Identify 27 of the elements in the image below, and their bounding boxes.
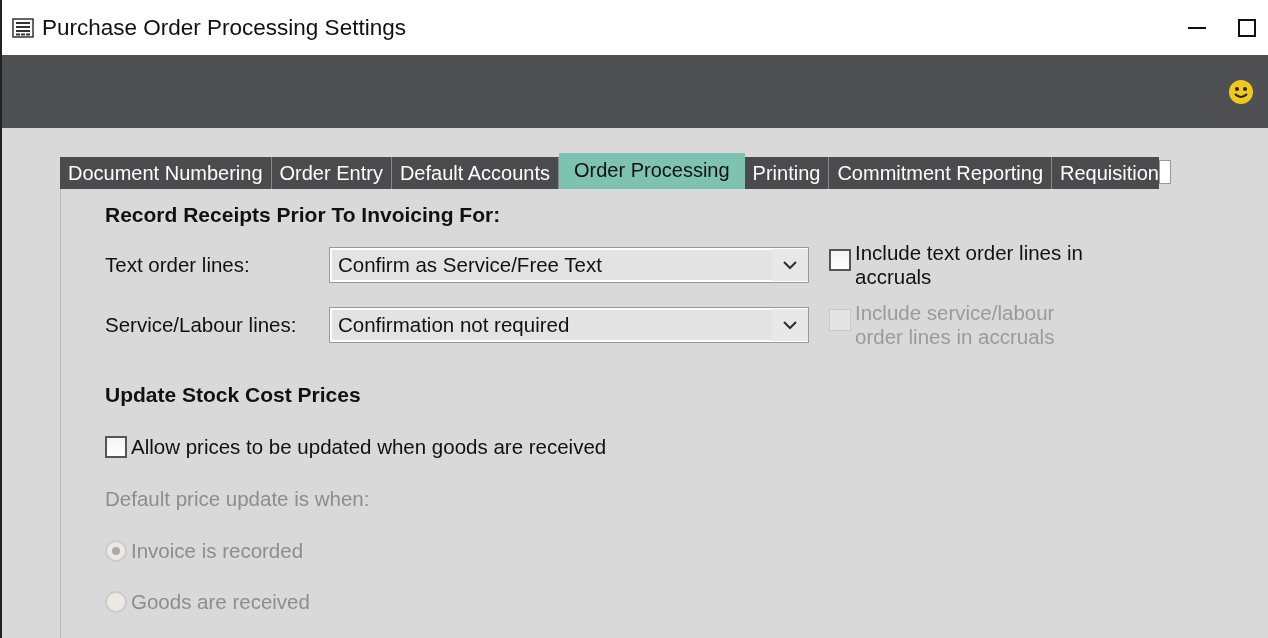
section-heading: Record Receipts Prior To Invoicing For:	[105, 202, 502, 228]
tab[interactable]: Requisition	[1052, 157, 1159, 189]
tab[interactable]: Commitment Reporting	[829, 157, 1053, 189]
scroll-button[interactable]	[1159, 160, 1171, 184]
tab[interactable]: Order Entry	[271, 157, 392, 189]
field-label: Service/Labour lines:	[105, 312, 298, 338]
dropdown[interactable]: Confirm as Service/Free Text	[329, 247, 809, 283]
maximize-icon[interactable]	[1238, 18, 1256, 37]
checkbox-label: Allow prices to be updated when goods are received	[131, 434, 607, 460]
field-label: Text order lines:	[105, 252, 251, 278]
app-icon	[12, 17, 34, 38]
checkbox-label: Include text order lines in accruals	[855, 241, 1084, 289]
dropdown[interactable]: Confirmation not required	[329, 307, 809, 343]
radio-label: Invoice is recorded	[131, 538, 304, 564]
field-label: Default price update is when:	[105, 486, 371, 512]
chevron-icon	[772, 309, 808, 341]
checkbox[interactable]	[829, 249, 851, 271]
section-heading: Update Stock Cost Prices	[105, 382, 362, 408]
checkbox-label: Include service/labour order lines in accruals	[855, 301, 1056, 349]
window-title: Purchase Order Processing Settings	[42, 13, 407, 42]
tab[interactable]: Order Processing	[559, 153, 745, 189]
tab[interactable]: Printing	[744, 157, 830, 189]
chevron-icon	[772, 249, 808, 281]
tab[interactable]: Default Accounts	[391, 157, 559, 189]
tab[interactable]: Document Numbering	[60, 157, 272, 189]
smiley-icon[interactable]	[1228, 78, 1254, 105]
radio-label: Goods are received	[131, 589, 310, 615]
